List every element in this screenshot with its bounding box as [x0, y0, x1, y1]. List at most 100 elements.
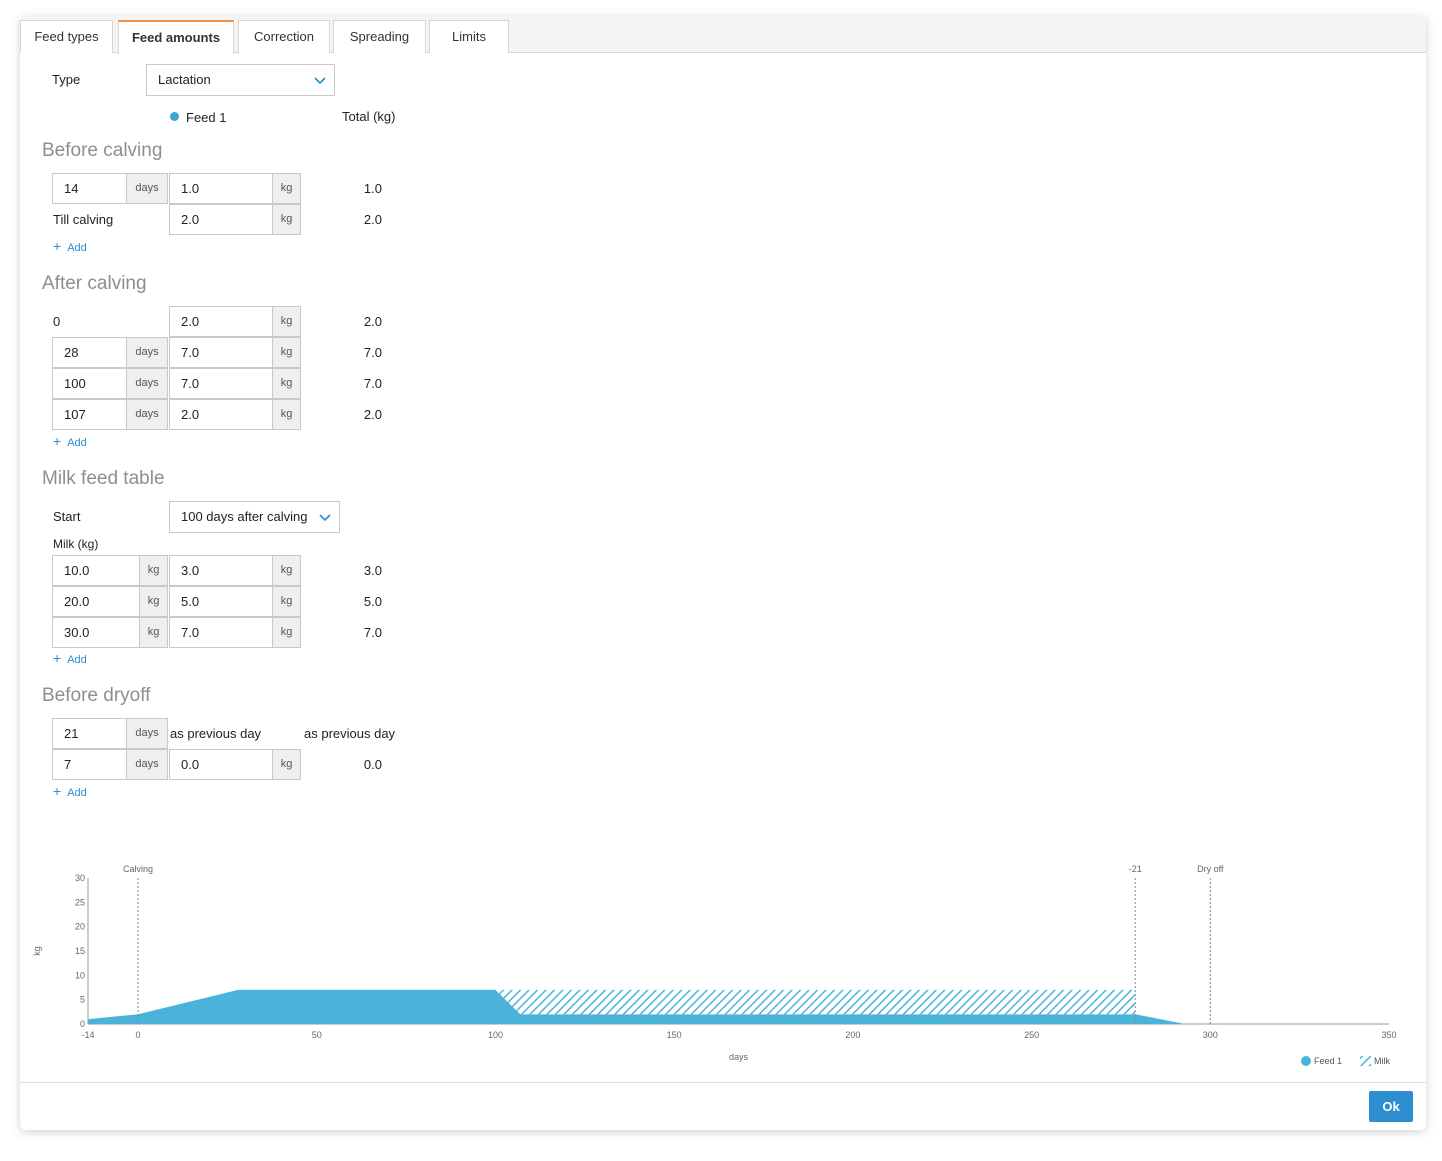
x-tick-label: 0	[136, 1030, 141, 1040]
tab-correction[interactable]: Correction	[238, 20, 330, 53]
after-calving-days-input[interactable]: 107	[52, 399, 127, 430]
after-calving-amount-input[interactable]: 7.0	[169, 368, 273, 399]
till-calving-amount-input[interactable]: 2.0	[169, 204, 273, 235]
milk-feed-amount-input[interactable]: 5.0	[169, 586, 273, 617]
after-calving-title: After calving	[42, 273, 147, 294]
as-previous-day-total: as previous day	[304, 726, 396, 741]
till-calving-label: Till calving	[53, 212, 114, 227]
kg-unit: kg	[273, 749, 301, 780]
plus-icon: +	[53, 783, 62, 799]
marker-label: -21	[1129, 864, 1142, 874]
tab-feed-types[interactable]: Feed types	[20, 20, 113, 53]
plus-icon: +	[53, 433, 62, 449]
type-select[interactable]: Lactation	[146, 64, 335, 96]
tab-bar: Feed types Feed amounts Correction Sprea…	[20, 16, 1426, 54]
kg-unit: kg	[273, 586, 301, 617]
milk-amount-input[interactable]: 10.0	[52, 555, 140, 586]
add-after-calving-button[interactable]: + Add	[53, 433, 87, 449]
y-axis-label: kg	[32, 946, 42, 956]
marker-label: Calving	[123, 864, 153, 874]
type-select-value: Lactation	[158, 72, 211, 87]
milk-feed-amount-input[interactable]: 7.0	[169, 617, 273, 648]
kg-unit: kg	[273, 617, 301, 648]
add-before-dryoff-button[interactable]: + Add	[53, 783, 87, 799]
kg-unit: kg	[273, 399, 301, 430]
feed-curve-dialog: Feed types Feed amounts Correction Sprea…	[20, 16, 1426, 1130]
feed-color-dot-icon	[170, 112, 179, 121]
feed-curve-chart: 051015202530kg-14 0 50 100 150 200 250 300 350da…	[32, 864, 1397, 1066]
after-calving-total: 2.0	[363, 407, 382, 422]
days-unit: days	[127, 749, 168, 780]
tab-feed-amounts[interactable]: Feed amounts	[118, 20, 234, 54]
y-tick-label: 5	[80, 995, 85, 1005]
x-tick-label: 200	[845, 1030, 860, 1040]
legend-milk-label: Milk	[1374, 1056, 1390, 1066]
before-calving-title: Before calving	[42, 140, 163, 161]
kg-unit: kg	[140, 617, 168, 648]
kg-unit: kg	[273, 173, 301, 204]
before-calving-amount-input[interactable]: 1.0	[169, 173, 273, 204]
kg-unit: kg	[273, 337, 301, 368]
after-calving-total: 7.0	[363, 345, 382, 360]
plus-icon: +	[53, 650, 62, 666]
total-column-header: Total (kg)	[342, 109, 396, 124]
days-unit: days	[127, 173, 168, 204]
milk-hatched-area	[495, 989, 1136, 1015]
milk-feed-total: 7.0	[363, 625, 382, 640]
ok-button[interactable]: Ok	[1369, 1091, 1413, 1122]
y-tick-label: 30	[75, 873, 85, 883]
kg-unit: kg	[273, 204, 301, 235]
kg-unit: kg	[140, 586, 168, 617]
before-dryoff-total: 0.0	[363, 757, 382, 772]
before-calving-days-input[interactable]: 14	[52, 173, 127, 204]
after-calving-days-input[interactable]: 28	[52, 337, 127, 368]
y-tick-label: 10	[75, 970, 85, 980]
plus-icon: +	[53, 238, 62, 254]
days-unit: days	[127, 718, 168, 749]
x-tick-label: -14	[81, 1030, 94, 1040]
chevron-down-icon	[319, 514, 331, 522]
milk-kg-label: Milk (kg)	[53, 537, 99, 551]
before-calving-total: 1.0	[363, 181, 382, 196]
start-select-value: 100 days after calving	[181, 509, 308, 524]
kg-unit: kg	[273, 555, 301, 586]
before-dryoff-days-input[interactable]: 7	[52, 749, 127, 780]
after-calving-amount-input[interactable]: 7.0	[169, 337, 273, 368]
x-tick-label: 150	[667, 1030, 682, 1040]
milk-feed-total: 3.0	[363, 563, 382, 578]
kg-unit: kg	[273, 368, 301, 399]
add-before-calving-button[interactable]: + Add	[53, 238, 87, 254]
till-calving-total: 2.0	[363, 212, 382, 227]
kg-unit: kg	[273, 306, 301, 337]
kg-unit: kg	[140, 555, 168, 586]
after-calving-day0-total: 2.0	[363, 314, 382, 329]
x-tick-label: 250	[1024, 1030, 1039, 1040]
days-unit: days	[127, 399, 168, 430]
tab-spreading[interactable]: Spreading	[333, 20, 426, 53]
add-milk-feed-button[interactable]: + Add	[53, 650, 87, 666]
dialog-footer	[20, 1082, 1426, 1130]
feed-column-header: Feed 1	[186, 110, 227, 125]
before-dryoff-days-input[interactable]: 21	[52, 718, 127, 749]
x-tick-label: 350	[1381, 1030, 1396, 1040]
after-calving-days-input[interactable]: 100	[52, 368, 127, 399]
milk-amount-input[interactable]: 30.0	[52, 617, 140, 648]
start-label: Start	[53, 509, 81, 524]
after-calving-zero-label: 0	[53, 314, 61, 329]
milk-feed-total: 5.0	[363, 594, 382, 609]
x-tick-label: 50	[312, 1030, 322, 1040]
after-calving-amount-input[interactable]: 2.0	[169, 399, 273, 430]
after-calving-day0-amount-input[interactable]: 2.0	[169, 306, 273, 337]
tab-limits[interactable]: Limits	[429, 20, 509, 53]
y-tick-label: 20	[75, 922, 85, 932]
as-previous-day-label: as previous day	[170, 726, 262, 741]
legend-feed-1-label: Feed 1	[1314, 1056, 1342, 1066]
start-select[interactable]: 100 days after calving	[169, 501, 340, 533]
before-dryoff-amount-input[interactable]: 0.0	[169, 749, 273, 780]
days-unit: days	[127, 368, 168, 399]
milk-amount-input[interactable]: 20.0	[52, 586, 140, 617]
y-tick-label: 15	[75, 946, 85, 956]
milk-feed-amount-input[interactable]: 3.0	[169, 555, 273, 586]
marker-label: Dry off	[1197, 864, 1224, 874]
after-calving-total: 7.0	[363, 376, 382, 391]
